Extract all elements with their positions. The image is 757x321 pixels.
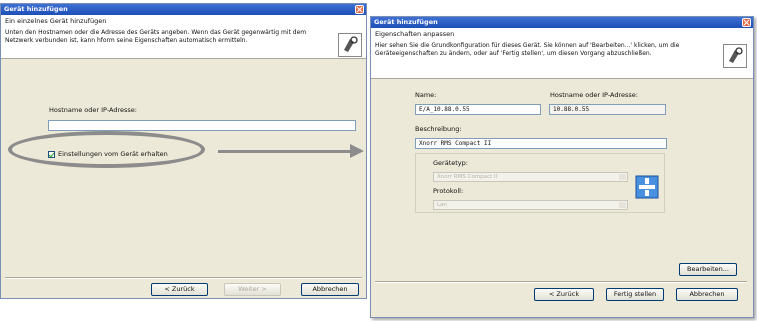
header-title: Eigenschaften anpassen <box>375 30 455 38</box>
protocol-select[interactable]: Lan <box>433 200 628 210</box>
window-title: Gerät hinzufügen <box>4 5 68 13</box>
back-button[interactable]: < Zurück <box>151 283 208 296</box>
host-label: Hostname oder IP-Adresse: <box>49 106 137 114</box>
name-label: Name: <box>415 91 437 99</box>
wizard-header: Eigenschaften anpassen Hier sehen Sie di… <box>371 28 753 79</box>
add-device-dialog-step2: Gerät hinzufügen Eigenschaften anpassen … <box>370 16 754 318</box>
device-type-value: Xnorr RMS Compact II <box>437 174 498 180</box>
cancel-button[interactable]: Abbrechen <box>676 288 738 301</box>
header-description: Unten den Hostnamen oder die Adresse des… <box>5 29 307 44</box>
protocol-label: Protokoll: <box>433 187 464 195</box>
chevron-down-icon[interactable] <box>619 202 626 208</box>
header-description: Hier sehen Sie die Grundkonfiguration fü… <box>375 42 680 57</box>
separator <box>5 277 362 279</box>
highlight-ellipse <box>8 131 205 168</box>
separator <box>375 281 747 283</box>
window-title: Gerät hinzufügen <box>374 18 438 26</box>
finish-button[interactable]: Fertig stellen <box>606 288 664 301</box>
device-type-label: Gerätetyp: <box>433 159 468 167</box>
title-bar: Gerät hinzufügen <box>371 17 753 28</box>
wizard-icon <box>723 44 747 68</box>
host-field[interactable]: 10.88.0.55 <box>549 104 666 115</box>
wizard-icon <box>338 33 362 57</box>
edit-button[interactable]: Bearbeiten... <box>679 263 737 276</box>
annotation-arrow-shaft <box>218 150 352 153</box>
host-input[interactable] <box>48 120 356 131</box>
close-icon[interactable] <box>355 5 364 14</box>
device-icon <box>635 175 659 199</box>
chevron-down-icon[interactable] <box>619 174 626 180</box>
name-input[interactable]: E/A_10.88.0.55 <box>415 104 541 115</box>
protocol-value: Lan <box>437 202 447 208</box>
cancel-button[interactable]: Abbrechen <box>301 283 359 296</box>
annotation-arrow-head <box>350 144 364 158</box>
close-icon[interactable] <box>742 18 751 27</box>
title-bar: Gerät hinzufügen <box>1 4 366 15</box>
wizard-header: Ein einzelnes Gerät hinzufügen Unten den… <box>1 15 366 59</box>
back-button[interactable]: < Zurück <box>534 288 594 301</box>
host-label: Hostname oder IP-Adresse: <box>550 91 638 99</box>
header-title: Ein einzelnes Gerät hinzufügen <box>5 17 107 25</box>
next-button[interactable]: Weiter > <box>224 283 281 296</box>
description-input[interactable]: Xnorr RMS Compact II <box>415 138 667 149</box>
device-type-select[interactable]: Xnorr RMS Compact II <box>433 172 628 182</box>
description-label: Beschreibung: <box>415 125 462 133</box>
